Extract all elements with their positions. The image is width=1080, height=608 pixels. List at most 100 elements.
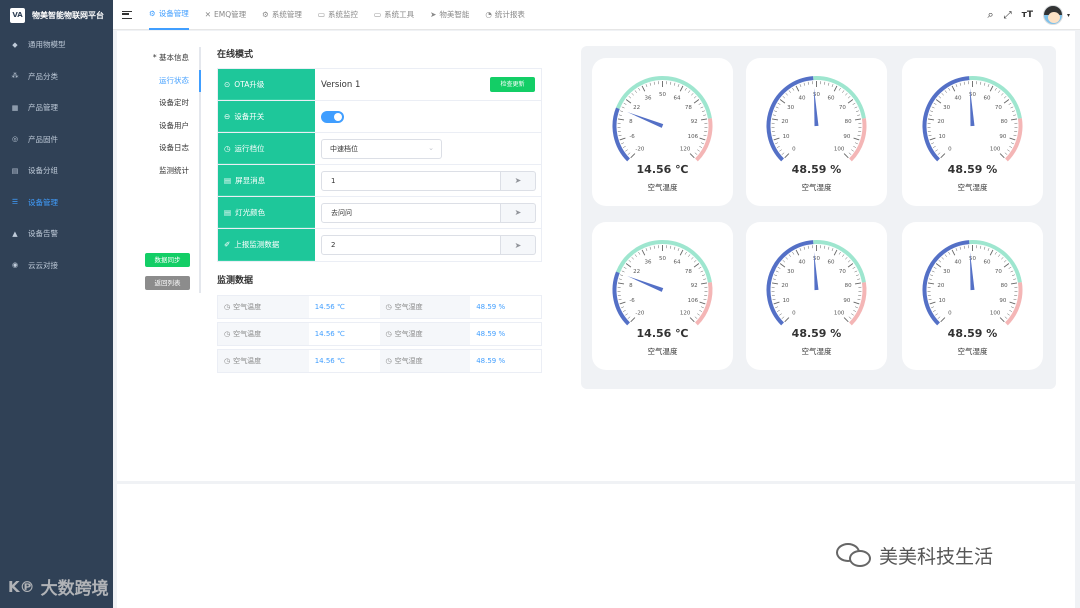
gauge-tick bbox=[935, 263, 942, 268]
sidebar-item[interactable]: ▲ 设备告警 bbox=[0, 218, 113, 250]
subnav-item[interactable]: 设备用户 bbox=[144, 115, 199, 138]
sidebar-item[interactable]: ▦ 产品管理 bbox=[0, 92, 113, 124]
gauge-tick bbox=[855, 274, 859, 277]
gauge-tick-label: 78 bbox=[685, 105, 692, 111]
subnav-item[interactable]: 设备日志 bbox=[144, 137, 199, 160]
gear-select[interactable]: 中速档位 ⌄ bbox=[321, 138, 442, 159]
gauge-tick bbox=[771, 282, 779, 285]
sidebar-item[interactable]: ⁂ 产品分类 bbox=[0, 61, 113, 93]
subnav-item[interactable]: 设备定时 bbox=[144, 92, 199, 115]
switch-label: ⊖ 设备开关 bbox=[218, 101, 315, 132]
gauge-tick bbox=[628, 260, 632, 263]
hamburger-icon[interactable] bbox=[122, 10, 132, 19]
subnav-item[interactable]: 运行状态 bbox=[144, 69, 201, 92]
gauge-tick bbox=[845, 257, 848, 260]
main-content: * 基本信息 运行状态 设备定时 设备用户 设备日志 监测统计 数据同步 返回列表 在线模… bbox=[117, 31, 1075, 481]
monitor-key: ◷ 空气温度 bbox=[218, 323, 309, 345]
gauge-tick bbox=[1009, 301, 1016, 305]
gauge-tick bbox=[673, 82, 676, 86]
logo-mark: VA bbox=[10, 7, 25, 23]
sidebar-item[interactable]: ▤ 设备分组 bbox=[0, 155, 113, 187]
light-input[interactable]: 去问问 bbox=[321, 202, 501, 223]
gauge-tick bbox=[1010, 270, 1014, 273]
gauge-tick bbox=[1013, 134, 1017, 137]
send-icon[interactable]: ➤ bbox=[501, 202, 536, 223]
avatar[interactable] bbox=[1042, 5, 1063, 25]
gauge-tick bbox=[847, 99, 854, 104]
gauge-value: 48.59 % bbox=[947, 327, 998, 340]
gauge-tick-label: -6 bbox=[629, 298, 635, 304]
search-icon[interactable]: ⌕ bbox=[987, 8, 993, 22]
gauge-tick-label: 92 bbox=[691, 119, 698, 125]
tab-nav[interactable]: ◔ 统计报表 bbox=[485, 0, 525, 30]
tab-nav[interactable]: ⚙ 系统管理 bbox=[262, 0, 302, 30]
report-input[interactable]: 2 bbox=[321, 235, 501, 255]
gauge-card: 0 10 20 30 40 50 60 70 80 90 100 48.59 % 空气湿度 bbox=[902, 222, 1043, 370]
gauge-tick bbox=[1010, 106, 1014, 109]
tab-nav[interactable]: ⚙ 设备管理 bbox=[149, 0, 189, 30]
tab-label: 系统管理 bbox=[271, 10, 302, 19]
gauge-tick-label: 120 bbox=[680, 147, 691, 153]
subnav-item[interactable]: * 基本信息 bbox=[144, 47, 199, 70]
gauge-tick bbox=[833, 85, 838, 92]
chevron-down-icon[interactable]: ▾ bbox=[1067, 12, 1070, 19]
gauge-band-arc bbox=[969, 240, 1022, 283]
device-switch-toggle[interactable] bbox=[321, 110, 344, 123]
gauge-progress-arc bbox=[612, 107, 631, 162]
monitor-value: 48.59 % bbox=[476, 357, 506, 365]
tab-nav[interactable]: ✕ EMQ管理 bbox=[205, 0, 246, 30]
gauge-tick bbox=[938, 260, 942, 263]
gauge-tick bbox=[851, 149, 854, 152]
gauge-tick bbox=[625, 313, 628, 316]
gauge-tick bbox=[935, 99, 942, 104]
gauge-label: 空气温度 bbox=[647, 183, 678, 192]
tab-nav[interactable]: ▭ 系统监控 bbox=[318, 0, 358, 30]
gauge-tick-label: 90 bbox=[999, 298, 1006, 304]
gauge-tick-label: 40 bbox=[954, 95, 961, 101]
sidebar-item[interactable]: ◎ 产品固件 bbox=[0, 124, 113, 156]
clock-icon: ◷ bbox=[224, 303, 231, 311]
check-update-button[interactable]: 检查更新 bbox=[490, 77, 535, 92]
sidebar-item[interactable]: ☰ 设备管理 bbox=[0, 187, 113, 219]
bell-icon: ▲ bbox=[12, 229, 18, 238]
sidebar-item[interactable]: ◉ 云云对接 bbox=[0, 250, 113, 282]
gauge-tick bbox=[847, 260, 851, 263]
gauge-progress-arc bbox=[612, 271, 631, 326]
data-sync-button[interactable]: 数据同步 bbox=[145, 253, 190, 267]
gauge-tick bbox=[679, 249, 684, 256]
subnav-item[interactable]: 监测统计 bbox=[144, 160, 199, 183]
gauge-tick bbox=[955, 84, 958, 88]
gauge-tick bbox=[700, 118, 708, 121]
back-to-list-button[interactable]: 返回列表 bbox=[145, 276, 190, 290]
sidebar-item[interactable]: ◆ 通用物模型 bbox=[0, 29, 113, 61]
gauge-tick bbox=[621, 106, 625, 109]
send-icon[interactable]: ➤ bbox=[501, 235, 536, 255]
send-icon[interactable]: ➤ bbox=[501, 170, 536, 191]
gauge-tick bbox=[853, 310, 857, 312]
tab-nav[interactable]: ➤ 物美智能 bbox=[430, 0, 469, 30]
nav-icon: ⚙ bbox=[149, 9, 156, 18]
font-size-icon[interactable]: тT bbox=[1022, 10, 1033, 20]
app-logo[interactable]: VA 物美智能物联网平台 bbox=[0, 0, 113, 30]
gauge-tick bbox=[621, 306, 625, 309]
wechat-icon bbox=[836, 541, 874, 569]
gauge-tick bbox=[774, 110, 778, 113]
gauge-tick bbox=[987, 248, 990, 252]
screen-input[interactable]: 1 bbox=[321, 170, 501, 191]
top-nav: ⚙ 设备管理 ✕ EMQ管理 ⚙ 系统管理 ▭ 系统监控 ▭ 系统工具 ➤ 物美智能 ◔ 统计报表 bbox=[149, 0, 525, 30]
gauge-tick bbox=[944, 90, 947, 93]
gauge-tick-label: 0 bbox=[792, 311, 796, 317]
fullscreen-icon[interactable]: ⤢ bbox=[1004, 10, 1012, 21]
report-label: ✐ 上报监测数据 bbox=[218, 229, 315, 261]
gauge-tick bbox=[940, 153, 946, 159]
monitor-key-text: 空气湿度 bbox=[394, 330, 423, 338]
report-row: ✐ 上报监测数据 2 ➤ bbox=[218, 229, 541, 261]
gauge-tick bbox=[931, 106, 935, 109]
monitor-value: 14.56 ℃ bbox=[314, 330, 345, 338]
gauge-tick bbox=[620, 274, 624, 277]
gauge-tick-label: 40 bbox=[954, 259, 961, 265]
gauge-tick-label: 90 bbox=[843, 134, 850, 140]
gauge-tick bbox=[842, 254, 845, 257]
gauge-tick bbox=[994, 251, 997, 255]
tab-nav[interactable]: ▭ 系统工具 bbox=[374, 0, 414, 30]
